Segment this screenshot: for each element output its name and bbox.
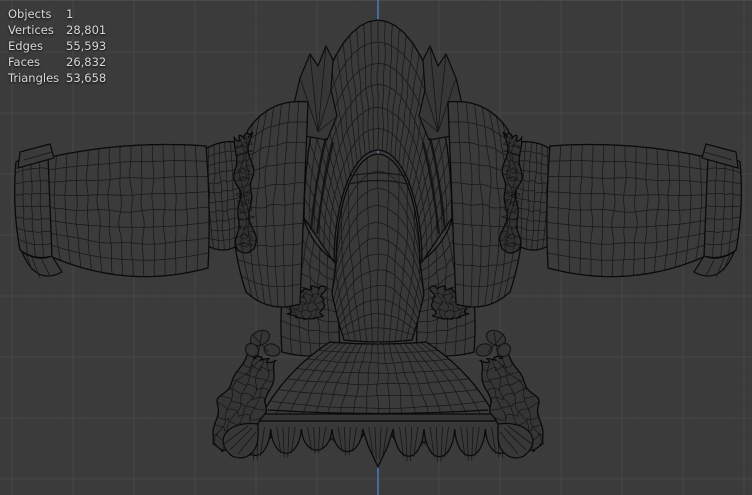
stat-row-edges: Edges 55,593 — [8, 38, 106, 54]
viewport-canvas[interactable] — [0, 0, 752, 495]
stat-value: 1 — [66, 7, 74, 21]
stat-row-objects: Objects 1 — [8, 6, 106, 22]
stat-label: Objects — [8, 7, 52, 21]
stat-label: Vertices — [8, 23, 54, 37]
stat-value: 53,658 — [66, 71, 107, 85]
stat-row-triangles: Triangles 53,658 — [8, 70, 106, 86]
stat-value: 26,832 — [66, 55, 107, 69]
stat-value: 55,593 — [66, 39, 107, 53]
stat-label: Edges — [8, 39, 43, 53]
stat-value: 28,801 — [66, 23, 107, 37]
stat-label: Faces — [8, 55, 40, 69]
stat-label: Triangles — [8, 71, 60, 85]
stat-row-vertices: Vertices 28,801 — [8, 22, 106, 38]
stats-overlay: Objects 1 Vertices 28,801 Edges 55,593 F… — [8, 6, 106, 86]
stat-row-faces: Faces 26,832 — [8, 54, 106, 70]
blender-3d-viewport[interactable]: Objects 1 Vertices 28,801 Edges 55,593 F… — [0, 0, 752, 495]
